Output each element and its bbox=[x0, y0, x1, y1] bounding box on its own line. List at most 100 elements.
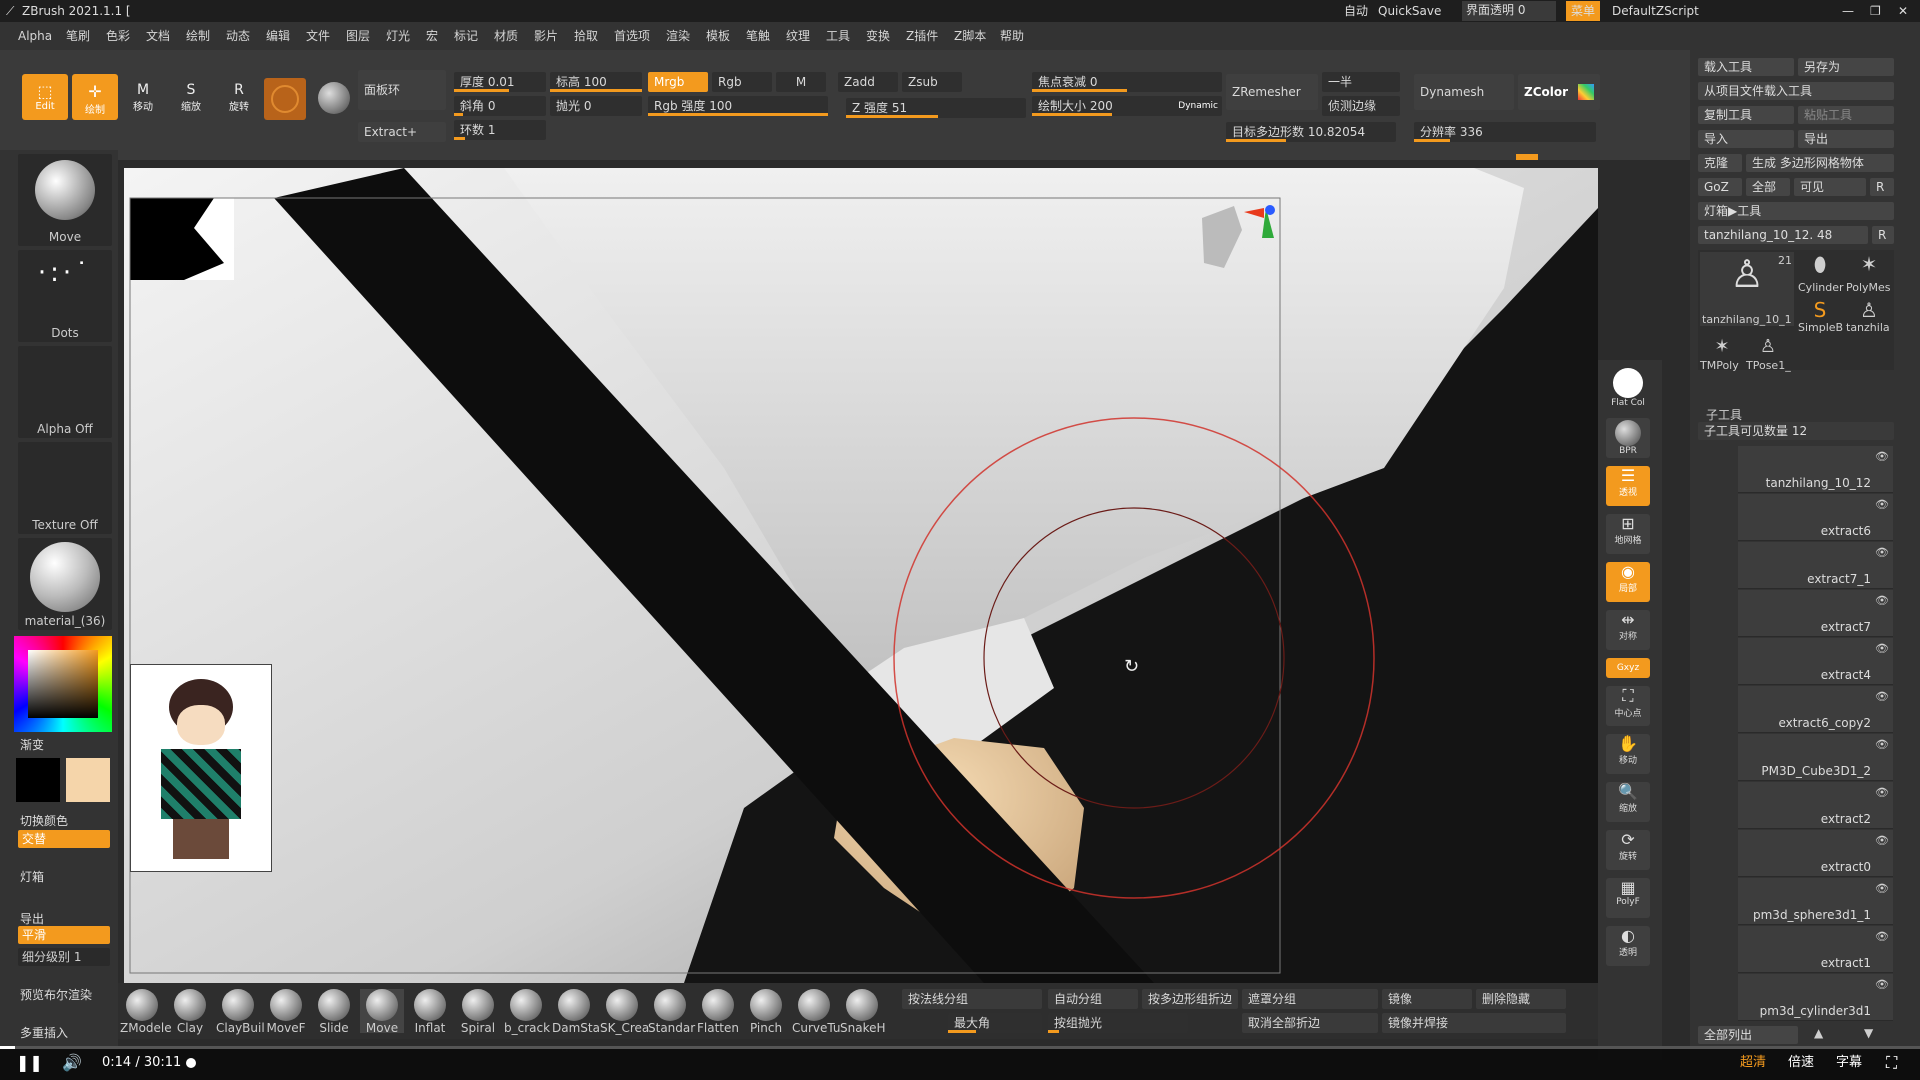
ui-transparency-slider[interactable]: 界面透明 0 bbox=[1462, 1, 1556, 21]
eye-icon[interactable]: 👁 bbox=[1875, 786, 1889, 799]
rgb-intensity-slider[interactable]: Rgb 强度 100 bbox=[648, 96, 828, 116]
group-by-normals-button[interactable]: 按法线分组 bbox=[902, 989, 1042, 1009]
polyframe-button[interactable]: ▦ PolyF bbox=[1606, 878, 1650, 918]
menu-render[interactable]: 渲染 bbox=[666, 22, 690, 50]
eye-icon[interactable]: 👁 bbox=[1875, 930, 1889, 943]
eye-icon[interactable]: 👁 bbox=[1875, 498, 1889, 511]
target-polygons-slider[interactable]: 目标多边形数 10.82054 bbox=[1226, 122, 1396, 142]
symmetry-button[interactable]: ⇹ 对称 bbox=[1606, 610, 1650, 650]
move-button[interactable]: M 移动 bbox=[120, 74, 166, 120]
thickness-slider[interactable]: 厚度 0.01 bbox=[454, 72, 546, 92]
subtool-row-3[interactable]: extract7 👁 bbox=[1738, 590, 1893, 637]
menus-toggle[interactable]: 菜单 bbox=[1566, 1, 1600, 21]
eye-icon[interactable]: 👁 bbox=[1875, 546, 1889, 559]
tool-thumb-0[interactable]: ♙ 21 tanzhilang_10_1 bbox=[1700, 252, 1794, 326]
menu-texture[interactable]: 纹理 bbox=[786, 22, 810, 50]
arrow-up-icon[interactable]: ▲ bbox=[1814, 1026, 1823, 1040]
eye-icon[interactable]: 👁 bbox=[1875, 738, 1889, 751]
mirror-button[interactable]: 镜像 bbox=[1382, 989, 1472, 1009]
brush-move[interactable]: Move bbox=[360, 989, 404, 1035]
half-button[interactable]: 一半 bbox=[1322, 72, 1400, 92]
tool-thumb-6[interactable]: ♙ TPose1_ bbox=[1746, 336, 1791, 372]
menu-movie-dynamic[interactable]: 动态 bbox=[226, 22, 250, 50]
load-from-project-button[interactable]: 从项目文件载入工具 bbox=[1698, 82, 1894, 100]
minimize-icon[interactable]: — bbox=[1842, 0, 1854, 22]
extract-button[interactable]: Extract+ bbox=[358, 122, 446, 142]
zcolor-button[interactable]: ZColor bbox=[1518, 74, 1600, 110]
edit-button[interactable]: ⬚ Edit bbox=[22, 74, 68, 120]
volume-icon[interactable]: 🔊 bbox=[62, 1046, 82, 1080]
zadd-button[interactable]: Zadd bbox=[838, 72, 898, 92]
tool-thumb-2[interactable]: ✶ PolyMes bbox=[1846, 252, 1892, 294]
eye-icon[interactable]: 👁 bbox=[1875, 978, 1889, 991]
shelf-handle[interactable] bbox=[1516, 154, 1538, 160]
lightbox-tools-button[interactable]: 灯箱▶工具 bbox=[1698, 202, 1894, 220]
auto-groups-button[interactable]: 自动分组 bbox=[1048, 989, 1138, 1009]
import-button[interactable]: 导入 bbox=[1698, 130, 1794, 148]
focal-shift-slider[interactable]: 焦点衰减 0 bbox=[1032, 72, 1222, 92]
zsub-button[interactable]: Zsub bbox=[902, 72, 962, 92]
m-button[interactable]: M bbox=[776, 72, 826, 92]
menu-marker[interactable]: 标记 bbox=[454, 22, 478, 50]
eye-icon[interactable]: 👁 bbox=[1875, 834, 1889, 847]
texture-sphere-icon[interactable] bbox=[318, 82, 350, 114]
subtool-row-10[interactable]: extract1 👁 bbox=[1738, 926, 1893, 973]
video-scrub-handle[interactable] bbox=[186, 1058, 196, 1068]
subtool-row-9[interactable]: pm3d_sphere3d1_1 👁 bbox=[1738, 878, 1893, 925]
floor-button[interactable]: ⊞ 地网格 bbox=[1606, 514, 1650, 554]
make-polymesh-button[interactable]: 生成 多边形网格物体 bbox=[1746, 154, 1894, 172]
subtool-row-6[interactable]: PM3D_Cube3D1_2 👁 bbox=[1738, 734, 1893, 781]
list-all-button[interactable]: 全部列出 bbox=[1698, 1026, 1798, 1044]
clone-button[interactable]: 克隆 bbox=[1698, 154, 1742, 172]
menu-stencil[interactable]: 模板 bbox=[706, 22, 730, 50]
subtool-row-4[interactable]: extract4 👁 bbox=[1738, 638, 1893, 685]
detect-edges-button[interactable]: 侦测边缘 bbox=[1322, 96, 1400, 116]
alternate-button[interactable]: 交替 bbox=[18, 830, 110, 848]
subtool-title[interactable]: 子工具 bbox=[1706, 406, 1742, 423]
brush-inflate[interactable]: Inflat bbox=[408, 989, 452, 1035]
secondary-color-swatch[interactable] bbox=[66, 758, 110, 802]
color-picker[interactable] bbox=[14, 636, 112, 732]
tool-thumb-4[interactable]: ♙ tanzhila bbox=[1846, 298, 1892, 334]
brush-slide[interactable]: Slide bbox=[312, 989, 356, 1035]
polish-groups-slider[interactable]: 按组抛光 bbox=[1048, 1013, 1188, 1033]
material-picker[interactable]: material_(36) bbox=[18, 538, 112, 630]
brush-curvetube[interactable]: CurveTu bbox=[792, 989, 841, 1035]
subtool-row-0[interactable]: tanzhilang_10_12 👁 bbox=[1738, 446, 1893, 493]
frame-button[interactable]: ⛶ 中心点 bbox=[1606, 686, 1650, 726]
brush-standard[interactable]: Standar bbox=[648, 989, 695, 1035]
rotate-view-button[interactable]: ⟳ 旋转 bbox=[1606, 830, 1650, 870]
loops-slider[interactable]: 环数 1 bbox=[454, 120, 546, 140]
menu-color[interactable]: 色彩 bbox=[106, 22, 130, 50]
move-view-button[interactable]: ✋ 移动 bbox=[1606, 734, 1650, 774]
quicksave-button[interactable]: QuickSave bbox=[1378, 0, 1441, 22]
group-by-crease-button[interactable]: 按多边形组折边 bbox=[1142, 989, 1238, 1009]
texture-picker[interactable]: Texture Off bbox=[18, 442, 112, 534]
subtool-row-2[interactable]: extract7_1 👁 bbox=[1738, 542, 1893, 589]
load-tool-button[interactable]: 载入工具 bbox=[1698, 58, 1794, 76]
menu-light[interactable]: 灯光 bbox=[386, 22, 410, 50]
lightbox-button[interactable]: 灯箱 bbox=[20, 868, 44, 885]
perspective-button[interactable]: ☰ 透视 bbox=[1606, 466, 1650, 506]
menu-macro[interactable]: 宏 bbox=[426, 22, 438, 50]
tool-thumb-5[interactable]: ✶ TMPoly bbox=[1700, 336, 1744, 372]
current-tool-r-button[interactable]: R bbox=[1872, 226, 1894, 244]
brush-damstandard[interactable]: DamSta bbox=[552, 989, 600, 1035]
fullscreen-icon[interactable]: ⛶ bbox=[1886, 1046, 1897, 1080]
brush-zmodeler[interactable]: ZModele bbox=[120, 989, 172, 1035]
tool-thumb-3[interactable]: S SimpleB bbox=[1798, 298, 1843, 334]
menu-help[interactable]: 帮助 bbox=[1000, 22, 1024, 50]
scale-button[interactable]: S 缩放 bbox=[168, 74, 214, 120]
gradient-label[interactable]: 渐变 bbox=[20, 736, 44, 753]
menu-movie[interactable]: 影片 bbox=[534, 22, 558, 50]
menu-preferences[interactable]: 首选项 bbox=[614, 22, 650, 50]
resolution-slider[interactable]: 分辨率 336 bbox=[1414, 122, 1596, 142]
dynamic-toggle[interactable]: Dynamic bbox=[1178, 96, 1218, 116]
brush-claybuildup[interactable]: ClayBuil bbox=[216, 989, 265, 1035]
bpr-button[interactable]: BPR bbox=[1606, 418, 1650, 458]
local-button[interactable]: ◉ 局部 bbox=[1606, 562, 1650, 602]
brush-sk-crease[interactable]: SK_Crea bbox=[600, 989, 649, 1035]
video-progress-track[interactable] bbox=[0, 1046, 1920, 1049]
group-mask-button[interactable]: 遮罩分组 bbox=[1242, 989, 1378, 1009]
brush-clay[interactable]: Clay bbox=[168, 989, 212, 1035]
